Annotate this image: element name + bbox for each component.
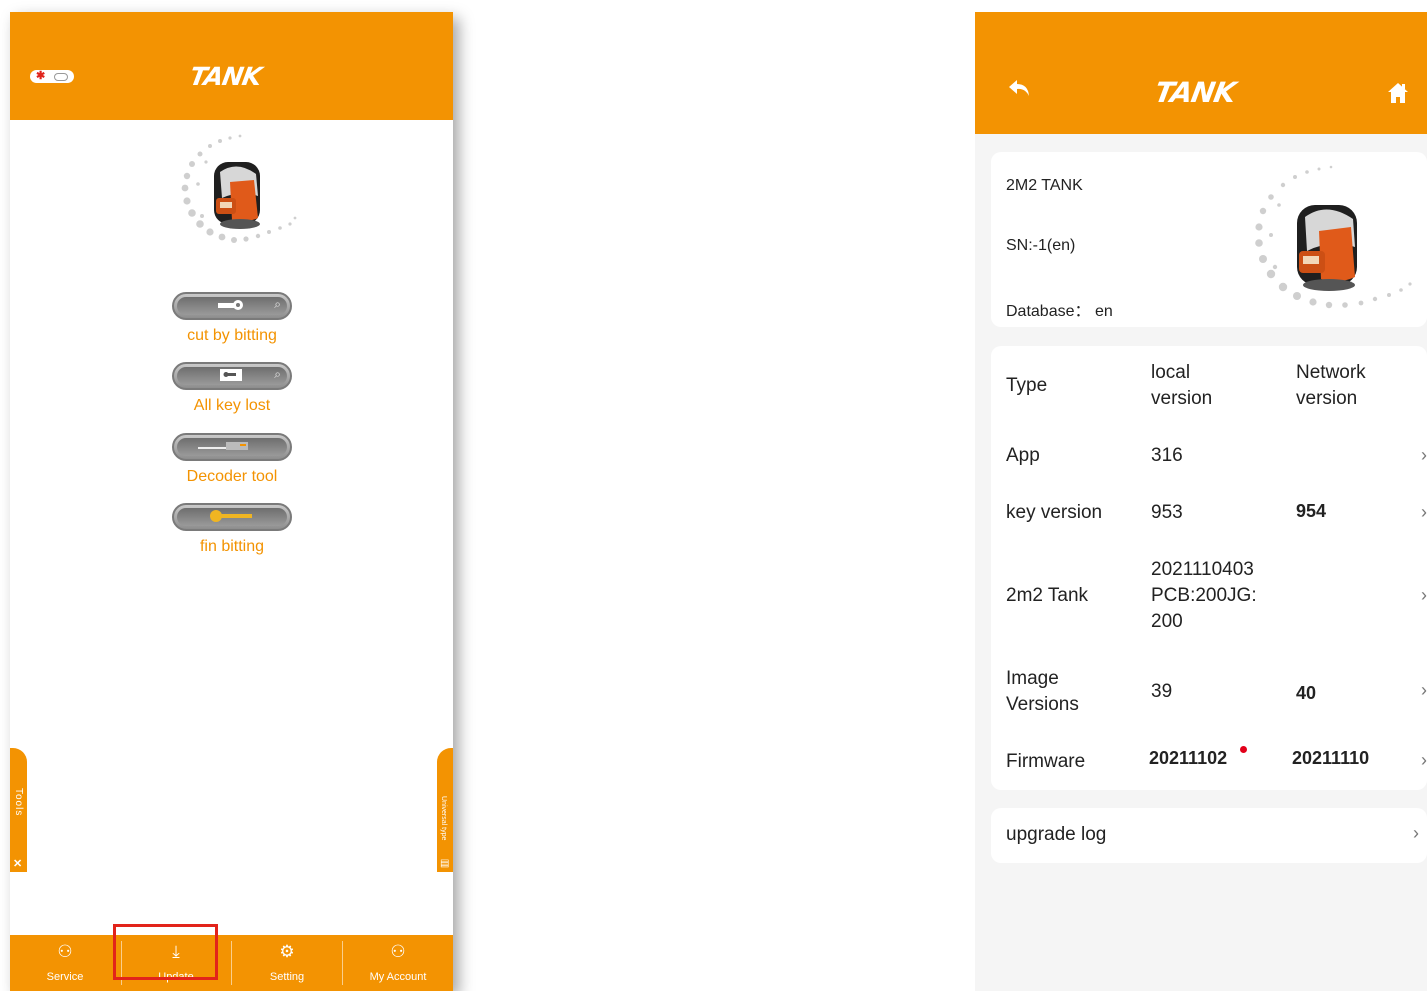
network-version-header-line2: version xyxy=(1296,388,1358,409)
nav-setting-label: Setting xyxy=(269,971,305,983)
clipboard-icon: ▤ xyxy=(440,858,450,869)
all-key-lost-button[interactable]: ⌕ xyxy=(172,362,292,390)
row-2m2-tank-type[interactable]: 2m2 Tank xyxy=(1006,583,1088,609)
row-key-version-type[interactable]: key version xyxy=(1006,500,1102,526)
chevron-right-icon[interactable]: › xyxy=(1421,585,1427,606)
row-app-type[interactable]: App xyxy=(1006,443,1040,469)
row-2m2-tank-local-line3: 200 xyxy=(1151,611,1183,632)
row-image-versions-type-line2[interactable]: Versions xyxy=(1006,692,1079,718)
back-icon[interactable] xyxy=(1007,76,1033,102)
local-version-header-line2: version xyxy=(1151,388,1213,409)
row-image-versions-local: 39 xyxy=(1151,681,1173,702)
main-screen: ✱ TANK ⌕ cut by bitting ⌕ All key lost D… xyxy=(10,12,453,991)
search-icon: ⌕ xyxy=(274,297,281,311)
gears-icon: ⚙ xyxy=(279,942,295,961)
search-icon: ⌕ xyxy=(274,367,281,381)
bottom-nav: ⚇ Service ⤓ Update ⚙ Setting ⚇ My Accoun… xyxy=(10,935,453,991)
nav-my-account[interactable]: ⚇ My Account xyxy=(343,935,453,991)
row-key-version-network: 954 xyxy=(1296,501,1327,521)
chevron-right-icon[interactable]: › xyxy=(1421,680,1427,701)
network-version-header-line1: Network xyxy=(1296,362,1366,383)
version-table-card: Type local version Network version App 3… xyxy=(991,346,1427,790)
bluetooth-status-badge[interactable]: ✱ xyxy=(30,70,74,83)
universal-type-side-tab[interactable]: Universal type ▤ xyxy=(437,748,453,872)
link-icon xyxy=(54,73,68,81)
app-header: TANK xyxy=(975,12,1427,134)
nav-service[interactable]: ⚇ Service xyxy=(10,935,120,991)
nav-service-label: Service xyxy=(46,971,84,983)
row-2m2-tank-local-line2: PCB:200JG: xyxy=(1151,585,1257,606)
row-image-versions-network: 40 xyxy=(1296,683,1317,703)
decoder-tool-button[interactable] xyxy=(172,433,292,461)
update-highlight-box xyxy=(113,924,218,980)
row-image-versions-type-line1[interactable]: Image xyxy=(1006,666,1059,692)
fin-bitting-button[interactable] xyxy=(172,503,292,531)
nav-setting[interactable]: ⚙ Setting xyxy=(232,935,342,991)
decoder-icon xyxy=(198,442,248,450)
upgrade-log-row[interactable]: upgrade log › xyxy=(991,808,1427,863)
tools-side-tab[interactable]: Tools ✕ xyxy=(10,748,27,872)
tools-icon: ✕ xyxy=(13,858,23,870)
type-header: Type xyxy=(1006,375,1048,396)
all-key-lost-label[interactable]: All key lost xyxy=(142,397,322,415)
app-header: ✱ TANK xyxy=(10,12,453,120)
update-screen: TANK 2M2 TANK SN:-1(en) Database： en Typ… xyxy=(975,12,1427,991)
fin-bitting-label[interactable]: fin bitting xyxy=(142,538,322,556)
row-firmware-type[interactable]: Firmware xyxy=(1006,749,1085,775)
service-icon: ⚇ xyxy=(57,942,73,961)
account-icon: ⚇ xyxy=(390,942,406,961)
database-value: Database： en xyxy=(1006,303,1113,320)
brand-logo: TANK xyxy=(1152,76,1238,109)
chevron-right-icon[interactable]: › xyxy=(1421,750,1427,771)
row-app-local: 316 xyxy=(1151,445,1183,466)
row-2m2-tank-local-line1: 2021110403 xyxy=(1151,559,1254,580)
chevron-right-icon[interactable]: › xyxy=(1421,445,1427,466)
brand-logo: TANK xyxy=(187,62,264,91)
upgrade-log-label: upgrade log xyxy=(1006,824,1107,845)
update-available-dot xyxy=(1240,746,1247,753)
device-name: 2M2 TANK xyxy=(1006,177,1083,194)
chevron-right-icon[interactable]: › xyxy=(1413,823,1419,844)
decoder-tool-label[interactable]: Decoder tool xyxy=(142,468,322,486)
folder-key-icon xyxy=(220,369,242,381)
machine-illustration xyxy=(1255,165,1412,309)
tools-tab-label: Tools xyxy=(13,788,24,817)
machine-illustration xyxy=(181,134,297,243)
local-version-header-line1: local xyxy=(1151,362,1191,383)
bluetooth-icon: ✱ xyxy=(36,70,46,82)
key-icon xyxy=(218,300,243,310)
cut-by-bitting-label[interactable]: cut by bitting xyxy=(142,327,322,345)
row-key-version-local: 953 xyxy=(1151,502,1183,523)
cut-by-bitting-button[interactable]: ⌕ xyxy=(172,292,292,320)
home-icon[interactable] xyxy=(1387,82,1409,104)
serial-number: SN:-1(en) xyxy=(1006,237,1076,254)
universal-type-tab-label: Universal type xyxy=(440,796,447,841)
row-firmware-network: 20211110 xyxy=(1292,748,1370,768)
row-firmware-local: 20211102 xyxy=(1149,748,1228,768)
gold-key-icon xyxy=(210,510,252,522)
chevron-right-icon[interactable]: › xyxy=(1421,502,1427,523)
nav-my-account-label: My Account xyxy=(369,971,427,983)
